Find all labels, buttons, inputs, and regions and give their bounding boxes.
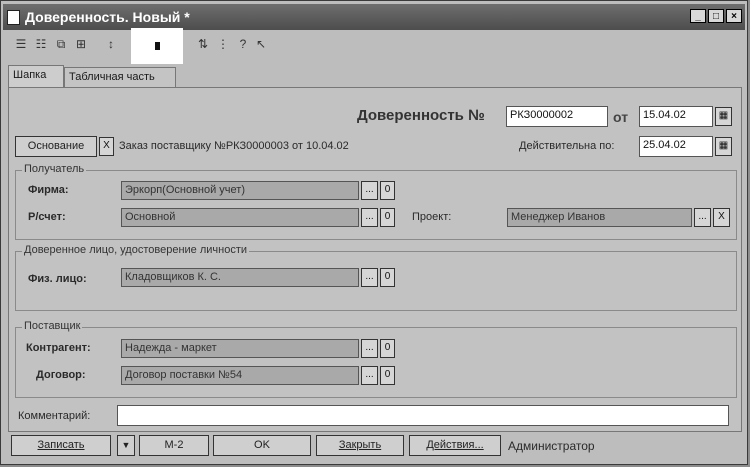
firm-select-button[interactable]: ... <box>361 181 378 200</box>
save-button[interactable]: Записать <box>11 435 111 456</box>
help-icon[interactable]: ? <box>235 37 251 52</box>
recipient-group: Получатель Фирма: Эркорп(Основной учет) … <box>15 163 737 240</box>
close-form-button[interactable]: Закрыть <box>316 435 404 456</box>
tree-expand-icon[interactable]: ⋮ <box>215 37 231 52</box>
pointer-help-icon[interactable]: ↖ <box>253 37 269 52</box>
contract-label: Договор: <box>36 369 86 381</box>
title-bar: Доверенность. Новый * _ □ × <box>3 4 745 30</box>
recipient-title: Получатель <box>22 163 87 175</box>
maximize-button[interactable]: □ <box>708 9 724 23</box>
calendar-icon[interactable]: ▦ <box>715 107 732 126</box>
doc-heading: Доверенность № <box>357 107 485 124</box>
toolbar: ☰ ☷ ⧉ ⊞ ↕ ⇅ ⋮ ? ↖ <box>5 32 745 58</box>
account-zero-button[interactable]: 0 <box>380 208 395 227</box>
close-button[interactable]: × <box>726 9 742 23</box>
firm-zero-button[interactable]: 0 <box>380 181 395 200</box>
basis-text: Заказ поставщику №РКЗ0000003 от 10.04.02 <box>119 140 349 152</box>
contractor-select-button[interactable]: ... <box>361 339 378 358</box>
save-dropdown-button[interactable]: ▼ <box>117 435 135 456</box>
toolbar-highlight <box>131 28 183 64</box>
project-clear-button[interactable]: X <box>713 208 730 227</box>
contractor-zero-button[interactable]: 0 <box>380 339 395 358</box>
project-select-button[interactable]: ... <box>694 208 711 227</box>
tab-header[interactable]: Шапка <box>8 65 64 87</box>
contractor-label: Контрагент: <box>26 342 91 354</box>
tab-table-part[interactable]: Табличная часть <box>64 67 176 87</box>
valid-until-label: Действительна по: <box>519 140 615 152</box>
user-name: Администратор <box>508 439 595 453</box>
firm-field[interactable]: Эркорп(Основной учет) <box>121 181 359 200</box>
tree-icon[interactable]: ⊞ <box>73 37 89 52</box>
supplier-title: Поставщик <box>22 320 83 332</box>
comment-field[interactable] <box>117 405 729 426</box>
account-select-button[interactable]: ... <box>361 208 378 227</box>
account-field[interactable]: Основной <box>121 208 359 227</box>
date-from-label: от <box>613 109 629 125</box>
document-window: Доверенность. Новый * _ □ × ☰ ☷ ⧉ ⊞ ↕ ⇅ … <box>0 0 748 465</box>
basis-button[interactable]: Основание <box>15 136 97 157</box>
contract-field[interactable]: Договор поставки №54 <box>121 366 359 385</box>
copy-icon[interactable]: ⧉ <box>53 37 69 52</box>
document-icon <box>7 10 20 25</box>
account-label: Р/счет: <box>28 211 66 223</box>
firm-label: Фирма: <box>28 184 69 196</box>
contract-select-button[interactable]: ... <box>361 366 378 385</box>
person-label: Физ. лицо: <box>28 273 87 285</box>
trusted-person-title: Доверенное лицо, удостоверение личности <box>22 244 250 256</box>
person-select-button[interactable]: ... <box>361 268 378 287</box>
actions-button[interactable]: Действия... <box>409 435 501 456</box>
supplier-group: Поставщик Контрагент: Надежда - маркет .… <box>15 320 737 398</box>
minimize-button[interactable]: _ <box>690 9 706 23</box>
valid-date-field[interactable]: 25.04.02 <box>639 136 713 157</box>
doc-date-field[interactable]: 15.04.02 <box>639 106 713 127</box>
list-edit-icon[interactable]: ☷ <box>33 37 49 52</box>
ok-button[interactable]: OK <box>213 435 311 456</box>
person-zero-button[interactable]: 0 <box>380 268 395 287</box>
window-title: Доверенность. Новый * <box>25 9 190 25</box>
sort-icon[interactable]: ⇅ <box>195 37 211 52</box>
comment-label: Комментарий: <box>18 410 91 422</box>
contract-zero-button[interactable]: 0 <box>380 366 395 385</box>
arrow-icon[interactable]: ↕ <box>103 37 119 52</box>
list-icon[interactable]: ☰ <box>13 37 29 52</box>
doc-number-field[interactable]: РКЗ0000002 <box>506 106 608 127</box>
project-label: Проект: <box>412 211 452 223</box>
header-panel: Доверенность № РКЗ0000002 от 15.04.02 ▦ … <box>8 87 742 432</box>
basis-clear-icon[interactable]: X <box>99 137 114 156</box>
cursor-mark <box>155 42 160 50</box>
valid-calendar-icon[interactable]: ▦ <box>715 137 732 156</box>
trusted-person-group: Доверенное лицо, удостоверение личности … <box>15 244 737 311</box>
contractor-field[interactable]: Надежда - маркет <box>121 339 359 358</box>
m2-button[interactable]: М-2 <box>139 435 209 456</box>
person-field[interactable]: Кладовщиков К. С. <box>121 268 359 287</box>
project-field[interactable]: Менеджер Иванов <box>507 208 692 227</box>
